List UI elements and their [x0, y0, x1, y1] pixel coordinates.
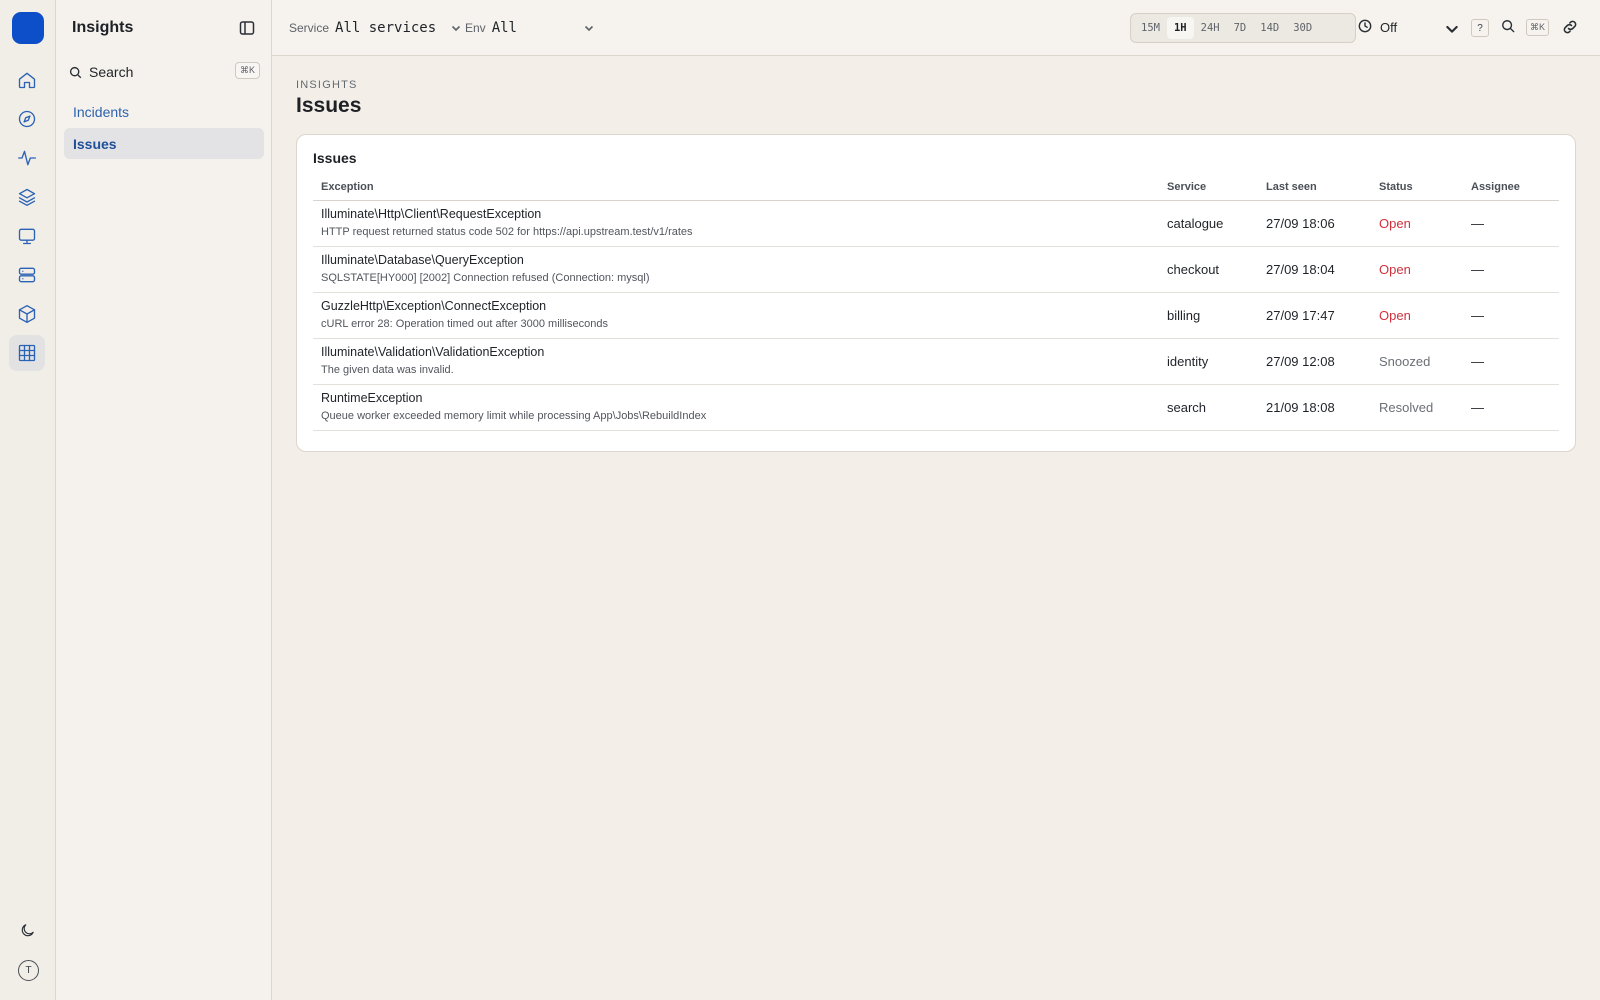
chevron-down-icon — [583, 22, 595, 34]
package-icon[interactable] — [9, 296, 45, 332]
chevron-down-icon[interactable] — [1444, 21, 1462, 39]
table-row[interactable]: Illuminate\Database\QueryException SQLST… — [313, 247, 1559, 293]
table-header: Exception Service Last seen Status Assig… — [313, 177, 1559, 201]
assignee-cell[interactable]: — — [1471, 308, 1484, 323]
range-30d-button[interactable]: 30D — [1286, 17, 1319, 39]
sidebar-title: Insights — [72, 19, 134, 36]
column-header-last-seen[interactable]: Last seen — [1266, 181, 1317, 193]
last-seen-cell: 27/09 18:04 — [1266, 262, 1335, 277]
column-header-assignee[interactable]: Assignee — [1471, 181, 1520, 193]
sidebar-search[interactable]: Search ⌘K — [68, 60, 260, 84]
activity-icon[interactable] — [9, 140, 45, 176]
last-seen-cell: 21/09 18:08 — [1266, 400, 1335, 415]
column-header-status[interactable]: Status — [1379, 181, 1413, 193]
status-badge: Open — [1379, 262, 1411, 277]
table-row[interactable]: Illuminate\Http\Client\RequestException … — [313, 201, 1559, 247]
table-row[interactable]: GuzzleHttp\Exception\ConnectException cU… — [313, 293, 1559, 339]
clock-icon — [1358, 19, 1376, 37]
range-15m-button[interactable]: 15M — [1134, 17, 1167, 39]
sidebar-item-issues[interactable]: Issues — [64, 128, 264, 159]
service-cell: billing — [1167, 308, 1201, 323]
sidebar-item-label: Issues — [73, 135, 117, 152]
service-filter-value: All services — [335, 20, 437, 36]
exception-message: The given data was invalid. — [321, 364, 454, 376]
page-title: Issues — [296, 94, 362, 117]
search-icon — [68, 66, 82, 79]
env-filter-value: All — [491, 20, 517, 36]
table-row[interactable]: RuntimeException Queue worker exceeded m… — [313, 385, 1559, 431]
home-icon[interactable] — [9, 62, 45, 98]
column-header-exception[interactable]: Exception — [321, 181, 374, 193]
auto-refresh-value[interactable]: Off — [1380, 20, 1397, 35]
sidebar-item-label: Incidents — [73, 103, 130, 120]
status-badge: Open — [1379, 308, 1411, 323]
moon-icon[interactable] — [9, 912, 45, 948]
sidebar: Insights Search ⌘K Incidents Issues — [56, 0, 272, 1000]
issues-table: Exception Service Last seen Status Assig… — [313, 177, 1559, 431]
status-badge: Snoozed — [1379, 354, 1431, 369]
last-seen-cell: 27/09 18:06 — [1266, 216, 1335, 231]
chevron-down-icon — [450, 22, 462, 34]
sidebar-toggle-icon[interactable] — [239, 20, 255, 36]
range-1h-button[interactable]: 1H — [1166, 17, 1194, 39]
page-eyebrow: INSIGHTS — [296, 79, 358, 91]
exception-name: RuntimeException — [321, 391, 423, 405]
table-icon[interactable] — [9, 335, 45, 371]
compass-icon[interactable] — [9, 101, 45, 137]
exception-name: Illuminate\Database\QueryException — [321, 253, 524, 267]
help-button[interactable]: ? — [1471, 19, 1489, 37]
sidebar-search-label: Search — [89, 64, 134, 80]
exception-name: GuzzleHttp\Exception\ConnectException — [321, 299, 547, 313]
icon-rail: T — [0, 0, 56, 1000]
range-7d-button[interactable]: 7D — [1227, 17, 1254, 39]
exception-message: HTTP request returned status code 502 fo… — [321, 226, 693, 238]
layers-icon[interactable] — [9, 179, 45, 215]
exception-name: Illuminate\Http\Client\RequestException — [321, 207, 542, 221]
last-seen-cell: 27/09 17:47 — [1266, 308, 1335, 323]
env-filter[interactable]: Env All — [465, 0, 595, 56]
env-filter-label: Env — [465, 21, 486, 35]
issues-card: Issues Exception Service Last seen Statu… — [296, 134, 1576, 452]
status-badge: Open — [1379, 216, 1411, 231]
exception-message: SQLSTATE[HY000] [2002] Connection refuse… — [321, 272, 650, 284]
monitor-icon[interactable] — [9, 218, 45, 254]
search-icon[interactable] — [1501, 19, 1519, 37]
exception-message: Queue worker exceeded memory limit while… — [321, 410, 707, 422]
assignee-cell[interactable]: — — [1471, 216, 1484, 231]
link-icon[interactable] — [1562, 19, 1580, 37]
assignee-cell[interactable]: — — [1471, 354, 1484, 369]
service-cell: checkout — [1167, 262, 1220, 277]
status-badge: Resolved — [1379, 400, 1434, 415]
search-shortcut-badge: ⌘K — [1526, 19, 1549, 36]
service-cell: identity — [1167, 354, 1209, 369]
range-24h-button[interactable]: 24H — [1194, 17, 1227, 39]
top-bar: Service All services Env All 15M 1H 24H … — [272, 0, 1600, 56]
exception-message: cURL error 28: Operation timed out after… — [321, 318, 608, 330]
service-cell: catalogue — [1167, 216, 1224, 231]
search-shortcut-badge: ⌘K — [234, 62, 260, 79]
exception-name: Illuminate\Validation\ValidationExceptio… — [321, 345, 545, 359]
time-range-selector: 15M 1H 24H 7D 14D 30D — [1130, 13, 1356, 43]
app-logo[interactable] — [12, 12, 44, 44]
avatar[interactable]: T — [18, 960, 39, 981]
table-row[interactable]: Illuminate\Validation\ValidationExceptio… — [313, 339, 1559, 385]
service-filter-label: Service — [289, 21, 330, 35]
assignee-cell[interactable]: — — [1471, 400, 1484, 415]
sidebar-item-incidents[interactable]: Incidents — [64, 96, 264, 127]
last-seen-cell: 27/09 12:08 — [1266, 354, 1335, 369]
service-cell: search — [1167, 400, 1207, 415]
assignee-cell[interactable]: — — [1471, 262, 1484, 277]
range-14d-button[interactable]: 14D — [1253, 17, 1286, 39]
column-header-service[interactable]: Service — [1167, 181, 1206, 193]
card-title: Issues — [313, 150, 357, 166]
server-icon[interactable] — [9, 257, 45, 293]
service-filter[interactable]: Service All services — [289, 0, 462, 56]
